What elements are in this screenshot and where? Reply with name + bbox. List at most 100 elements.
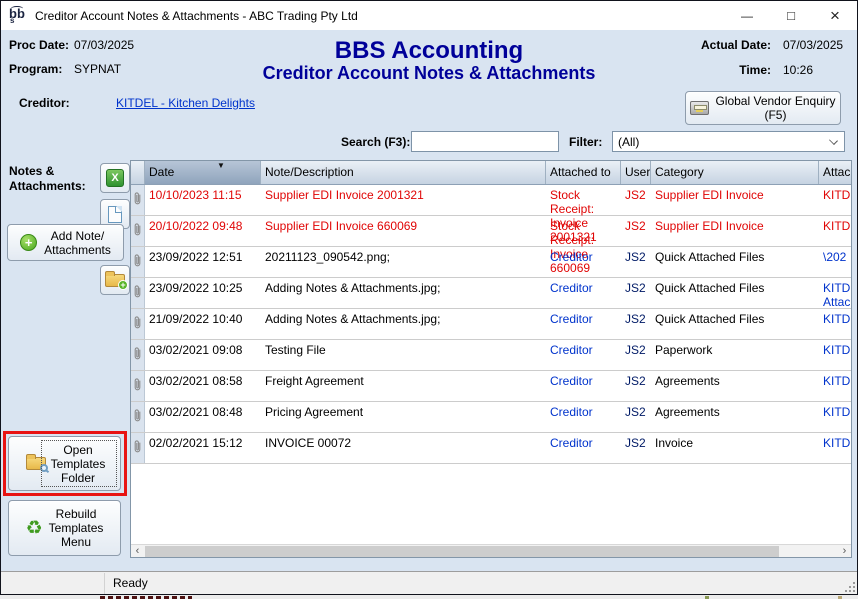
cell-attachment[interactable]: KITD xyxy=(819,402,851,432)
search-label: Search (F3): xyxy=(341,135,410,149)
scroll-right-icon[interactable]: › xyxy=(838,545,851,557)
cell-user: JS2 xyxy=(621,247,651,277)
maximize-button[interactable]: □ xyxy=(769,1,813,30)
table-row[interactable]: 23/09/2022 12:51 20211123_090542.png; Cr… xyxy=(131,247,851,278)
resize-grip[interactable] xyxy=(845,582,855,592)
cell-attached-to[interactable]: Creditor xyxy=(546,371,621,401)
folder-add-icon: + xyxy=(105,274,125,287)
table-row[interactable]: 03/02/2021 09:08 Testing File Creditor J… xyxy=(131,340,851,371)
cell-attached-to[interactable]: Creditor xyxy=(546,402,621,432)
cell-user: JS2 xyxy=(621,185,651,215)
cell-user: JS2 xyxy=(621,340,651,370)
attachment-indicator-cell xyxy=(131,340,145,370)
minimize-button[interactable]: — xyxy=(725,1,769,30)
cell-attached-to[interactable]: Creditor xyxy=(546,340,621,370)
actual-date-label: Actual Date: xyxy=(701,38,771,52)
table-body: 10/10/2023 11:15 Supplier EDI Invoice 20… xyxy=(131,185,851,545)
table-row[interactable]: 03/02/2021 08:58 Freight Agreement Credi… xyxy=(131,371,851,402)
creditor-link[interactable]: KITDEL - Kitchen Delights xyxy=(116,96,255,110)
scrollbar-thumb[interactable] xyxy=(145,546,779,557)
cell-category: Quick Attached Files xyxy=(651,247,819,277)
focus-rectangle xyxy=(41,440,117,487)
cell-attached-to[interactable]: Creditor xyxy=(546,433,621,463)
cell-category: Paperwork xyxy=(651,340,819,370)
desktop-sliver xyxy=(0,595,858,599)
cell-attached-to[interactable]: Creditor xyxy=(546,247,621,277)
cell-date: 21/09/2022 10:40 xyxy=(145,309,261,339)
status-segment xyxy=(1,573,105,594)
app-window: bbs Creditor Account Notes & Attachments… xyxy=(0,0,858,595)
cell-note-description: 20211123_090542.png; xyxy=(261,247,546,277)
column-header-attachment[interactable]: Attachment xyxy=(819,161,852,184)
add-note-attachments-button[interactable]: + Add Note/ Attachments xyxy=(7,224,124,261)
document-icon xyxy=(108,206,122,223)
open-templates-folder-button[interactable]: Open Templates Folder xyxy=(8,436,121,491)
column-header-date[interactable]: Date▼ xyxy=(145,161,261,184)
cell-attachment[interactable]: KITD Attac xyxy=(819,278,851,308)
table-row[interactable]: 02/02/2021 15:12 INVOICE 00072 Creditor … xyxy=(131,433,851,464)
cell-attachment[interactable]: KITD xyxy=(819,309,851,339)
cell-user: JS2 xyxy=(621,216,651,246)
cell-attached-to[interactable]: Creditor xyxy=(546,309,621,339)
attachment-indicator-cell xyxy=(131,247,145,277)
cell-user: JS2 xyxy=(621,402,651,432)
search-input[interactable] xyxy=(411,131,559,152)
horizontal-scrollbar[interactable]: ‹ › xyxy=(131,544,851,557)
cell-note-description: Supplier EDI Invoice 2001321 xyxy=(261,185,546,215)
cell-category: Quick Attached Files xyxy=(651,278,819,308)
table-row[interactable]: 10/10/2023 11:15 Supplier EDI Invoice 20… xyxy=(131,185,851,216)
cell-attachment[interactable]: KITD xyxy=(819,216,851,246)
attachment-indicator-cell xyxy=(131,309,145,339)
cell-attachment[interactable]: \202 xyxy=(819,247,851,277)
cell-attached-to[interactable]: Stock Receipt: Invoice 660069 xyxy=(546,216,621,246)
column-header-category[interactable]: Category xyxy=(651,161,819,184)
table-row[interactable]: 03/02/2021 08:48 Pricing Agreement Credi… xyxy=(131,402,851,433)
column-header-note[interactable]: Note/Description xyxy=(261,161,546,184)
cell-attachment[interactable]: KITD xyxy=(819,433,851,463)
excel-icon: X xyxy=(106,169,124,187)
cell-user: JS2 xyxy=(621,433,651,463)
screen-title: Creditor Account Notes & Attachments xyxy=(1,63,857,84)
cell-note-description: Adding Notes & Attachments.jpg; xyxy=(261,278,546,308)
actual-date-value: 07/03/2025 xyxy=(783,38,843,52)
table-row[interactable]: 20/10/2022 09:48 Supplier EDI Invoice 66… xyxy=(131,216,851,247)
paperclip-icon xyxy=(133,253,142,268)
card-file-icon xyxy=(690,101,709,115)
cell-note-description: Freight Agreement xyxy=(261,371,546,401)
filter-label: Filter: xyxy=(569,135,602,149)
cell-attachment[interactable]: KITD xyxy=(819,185,851,215)
cell-date: 03/02/2021 09:08 xyxy=(145,340,261,370)
cell-attachment[interactable]: KITD xyxy=(819,371,851,401)
cell-category: Agreements xyxy=(651,371,819,401)
cell-note-description: INVOICE 00072 xyxy=(261,433,546,463)
column-header-attached-to[interactable]: Attached to xyxy=(546,161,621,184)
chevron-down-icon xyxy=(829,136,838,145)
table-row[interactable]: 21/09/2022 10:40 Adding Notes & Attachme… xyxy=(131,309,851,340)
table-row[interactable]: 23/09/2022 10:25 Adding Notes & Attachme… xyxy=(131,278,851,309)
column-header-user[interactable]: User xyxy=(621,161,651,184)
cell-attached-to[interactable]: Stock Receipt: Invoice 2001321 xyxy=(546,185,621,215)
time-label: Time: xyxy=(739,63,771,77)
scroll-left-icon[interactable]: ‹ xyxy=(131,545,144,557)
cell-category: Agreements xyxy=(651,402,819,432)
filter-dropdown[interactable]: (All) xyxy=(612,131,845,152)
close-button[interactable]: × xyxy=(813,1,857,30)
global-vendor-enquiry-button[interactable]: Global Vendor Enquiry (F5) xyxy=(685,91,841,125)
paperclip-icon xyxy=(133,191,142,206)
titlebar[interactable]: bbs Creditor Account Notes & Attachments… xyxy=(1,1,857,30)
attachment-indicator-cell xyxy=(131,371,145,401)
cell-attached-to[interactable]: Creditor xyxy=(546,278,621,308)
quick-attach-folder-button[interactable]: + xyxy=(100,265,130,295)
cell-user: JS2 xyxy=(621,309,651,339)
cell-attachment[interactable]: KITD xyxy=(819,340,851,370)
cell-note-description: Adding Notes & Attachments.jpg; xyxy=(261,309,546,339)
sort-descending-icon: ▼ xyxy=(217,161,225,170)
paperclip-icon xyxy=(133,439,142,454)
attachment-indicator-cell xyxy=(131,402,145,432)
paperclip-icon xyxy=(133,346,142,361)
export-excel-button[interactable]: X xyxy=(100,163,130,193)
screen: bbs Creditor Account Notes & Attachments… xyxy=(0,0,858,599)
cell-date: 03/02/2021 08:58 xyxy=(145,371,261,401)
attachment-indicator-cell xyxy=(131,278,145,308)
rebuild-templates-menu-button[interactable]: ♻ Rebuild Templates Menu xyxy=(8,500,121,556)
